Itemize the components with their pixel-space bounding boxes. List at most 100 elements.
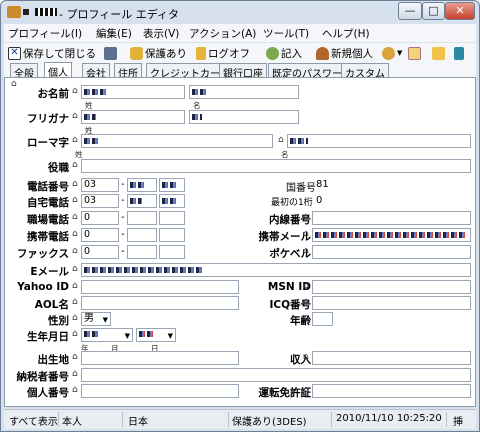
- mobile-mail-input[interactable]: [312, 228, 471, 242]
- last-name-input[interactable]: [81, 85, 185, 99]
- romaji-last-input[interactable]: [81, 134, 273, 148]
- furigana-last-input[interactable]: [81, 110, 185, 124]
- first-name-input[interactable]: [189, 85, 299, 99]
- lock-icon: ⌂: [72, 264, 78, 274]
- tab-general[interactable]: 全般: [10, 63, 38, 80]
- mail-button[interactable]: [432, 45, 447, 61]
- age-input[interactable]: [312, 312, 333, 326]
- aol-input[interactable]: [81, 296, 239, 310]
- home-end-input[interactable]: [159, 194, 185, 208]
- license-input[interactable]: [312, 384, 471, 398]
- birthplace-input[interactable]: [81, 351, 239, 365]
- protect-button[interactable]: 保護あり: [130, 45, 187, 61]
- lock-icon: ⌂: [303, 229, 309, 239]
- lock-icon: ⌂: [72, 313, 78, 323]
- logoff-label: ログオフ: [208, 47, 250, 60]
- lock-icon: ⌂: [11, 79, 17, 89]
- furigana-first-input[interactable]: [189, 110, 299, 124]
- lock-icon: ⌂: [72, 229, 78, 239]
- status-separator: [228, 412, 229, 427]
- romaji-first-input[interactable]: [287, 134, 471, 148]
- phone-area-input[interactable]: 03: [81, 178, 119, 192]
- save-close-label: 保存して閉じる: [23, 47, 97, 60]
- icq-input[interactable]: [312, 296, 471, 310]
- save-close-button[interactable]: ✕ 保存して閉じる: [8, 45, 96, 61]
- close-x-icon: ✕: [8, 46, 21, 60]
- person-icon: [316, 46, 329, 60]
- lock-icon: ⌂: [72, 246, 78, 256]
- fax-mid-input[interactable]: [127, 245, 157, 259]
- lock-icon: ⌂: [72, 160, 78, 170]
- app-icon: [7, 6, 21, 18]
- save-button[interactable]: [104, 45, 119, 61]
- yahoo-label: Yahoo ID: [17, 281, 69, 293]
- email-input[interactable]: [81, 263, 471, 277]
- fax-end-input[interactable]: [159, 245, 185, 259]
- title-redacted: [23, 9, 29, 15]
- tab-company[interactable]: 会社: [82, 63, 110, 80]
- mail-icon: [432, 46, 445, 60]
- pin-button[interactable]: [454, 45, 466, 61]
- contacts-dropdown-button[interactable]: ▼: [382, 45, 402, 61]
- menu-profile[interactable]: プロフィール(I): [8, 26, 82, 41]
- birth-day-select[interactable]: [136, 328, 176, 342]
- lock-icon: ⌂: [72, 212, 78, 222]
- work-end-input[interactable]: [159, 211, 185, 225]
- fax-dash: -: [121, 246, 125, 257]
- entry-button[interactable]: 記入: [266, 45, 302, 61]
- yahoo-input[interactable]: [81, 280, 239, 294]
- work-area-input[interactable]: 0: [81, 211, 119, 225]
- extension-input[interactable]: [312, 211, 471, 225]
- status-identity: 本人: [62, 417, 82, 428]
- income-input[interactable]: [312, 351, 471, 365]
- logoff-button[interactable]: ログオフ: [196, 45, 250, 61]
- home-mid-input[interactable]: [127, 194, 157, 208]
- phone-mid-input[interactable]: [127, 178, 157, 192]
- title-label: 役職: [48, 162, 69, 174]
- phone-label: 電話番号: [27, 181, 69, 193]
- title-input[interactable]: [81, 159, 471, 173]
- lock-icon: ⌂: [72, 385, 78, 395]
- menu-view[interactable]: 表示(V): [143, 26, 179, 41]
- fax-area-input[interactable]: 0: [81, 245, 119, 259]
- fax-label: ファックス: [16, 248, 69, 260]
- home-phone-label: 自宅電話: [27, 197, 69, 209]
- tab-address[interactable]: 住所: [114, 63, 142, 80]
- birth-year-select[interactable]: [81, 328, 133, 342]
- lock-icon: ⌂: [303, 212, 309, 222]
- menu-edit[interactable]: 編集(E): [96, 26, 132, 41]
- menu-action[interactable]: アクション(A): [189, 26, 256, 41]
- home-area-input[interactable]: 03: [81, 194, 119, 208]
- minimize-button[interactable]: —: [398, 2, 422, 20]
- mobile-area-input[interactable]: 0: [81, 228, 119, 242]
- mobile-mid-input[interactable]: [127, 228, 157, 242]
- gender-select[interactable]: 男: [81, 312, 111, 326]
- entry-label: 記入: [281, 47, 302, 60]
- maximize-button[interactable]: □: [422, 2, 445, 20]
- status-bar: すべて表示 本人 日本 保護あり(3DES) 2010/11/10 10:25:…: [4, 409, 476, 429]
- name-label: お名前: [37, 88, 70, 100]
- msn-input[interactable]: [312, 280, 471, 294]
- lock-icon: ⌂: [72, 135, 78, 145]
- menu-help[interactable]: ヘルプ(H): [322, 26, 370, 41]
- pager-input[interactable]: [312, 245, 471, 259]
- new-person-button[interactable]: 新規個人: [316, 45, 373, 61]
- lock-icon: ⌂: [303, 246, 309, 256]
- menu-tools[interactable]: ツール(T): [263, 26, 309, 41]
- export-button[interactable]: [408, 45, 423, 61]
- mobile-end-input[interactable]: [159, 228, 185, 242]
- romaji-label: ローマ字: [27, 137, 69, 149]
- lock-icon: ⌂: [278, 135, 284, 145]
- phone-dash: -: [121, 179, 125, 190]
- tab-bank-account[interactable]: 銀行口座: [219, 63, 267, 80]
- close-button[interactable]: ✕: [445, 2, 475, 20]
- entry-icon: [266, 46, 279, 60]
- tab-custom[interactable]: カスタム: [341, 63, 389, 80]
- work-mid-input[interactable]: [127, 211, 157, 225]
- taxpayer-input[interactable]: [81, 368, 471, 382]
- menu-bar: プロフィール(I) 編集(E) 表示(V) アクション(A) ツール(T) ヘル…: [4, 24, 476, 42]
- tab-strip: 全般 個人 会社 住所 クレジットカード 銀行口座 既定のパスワード カスタム: [4, 62, 476, 80]
- phone-end-input[interactable]: [159, 178, 185, 192]
- personal-no-input[interactable]: [81, 384, 239, 398]
- lock-icon: ⌂: [303, 313, 309, 323]
